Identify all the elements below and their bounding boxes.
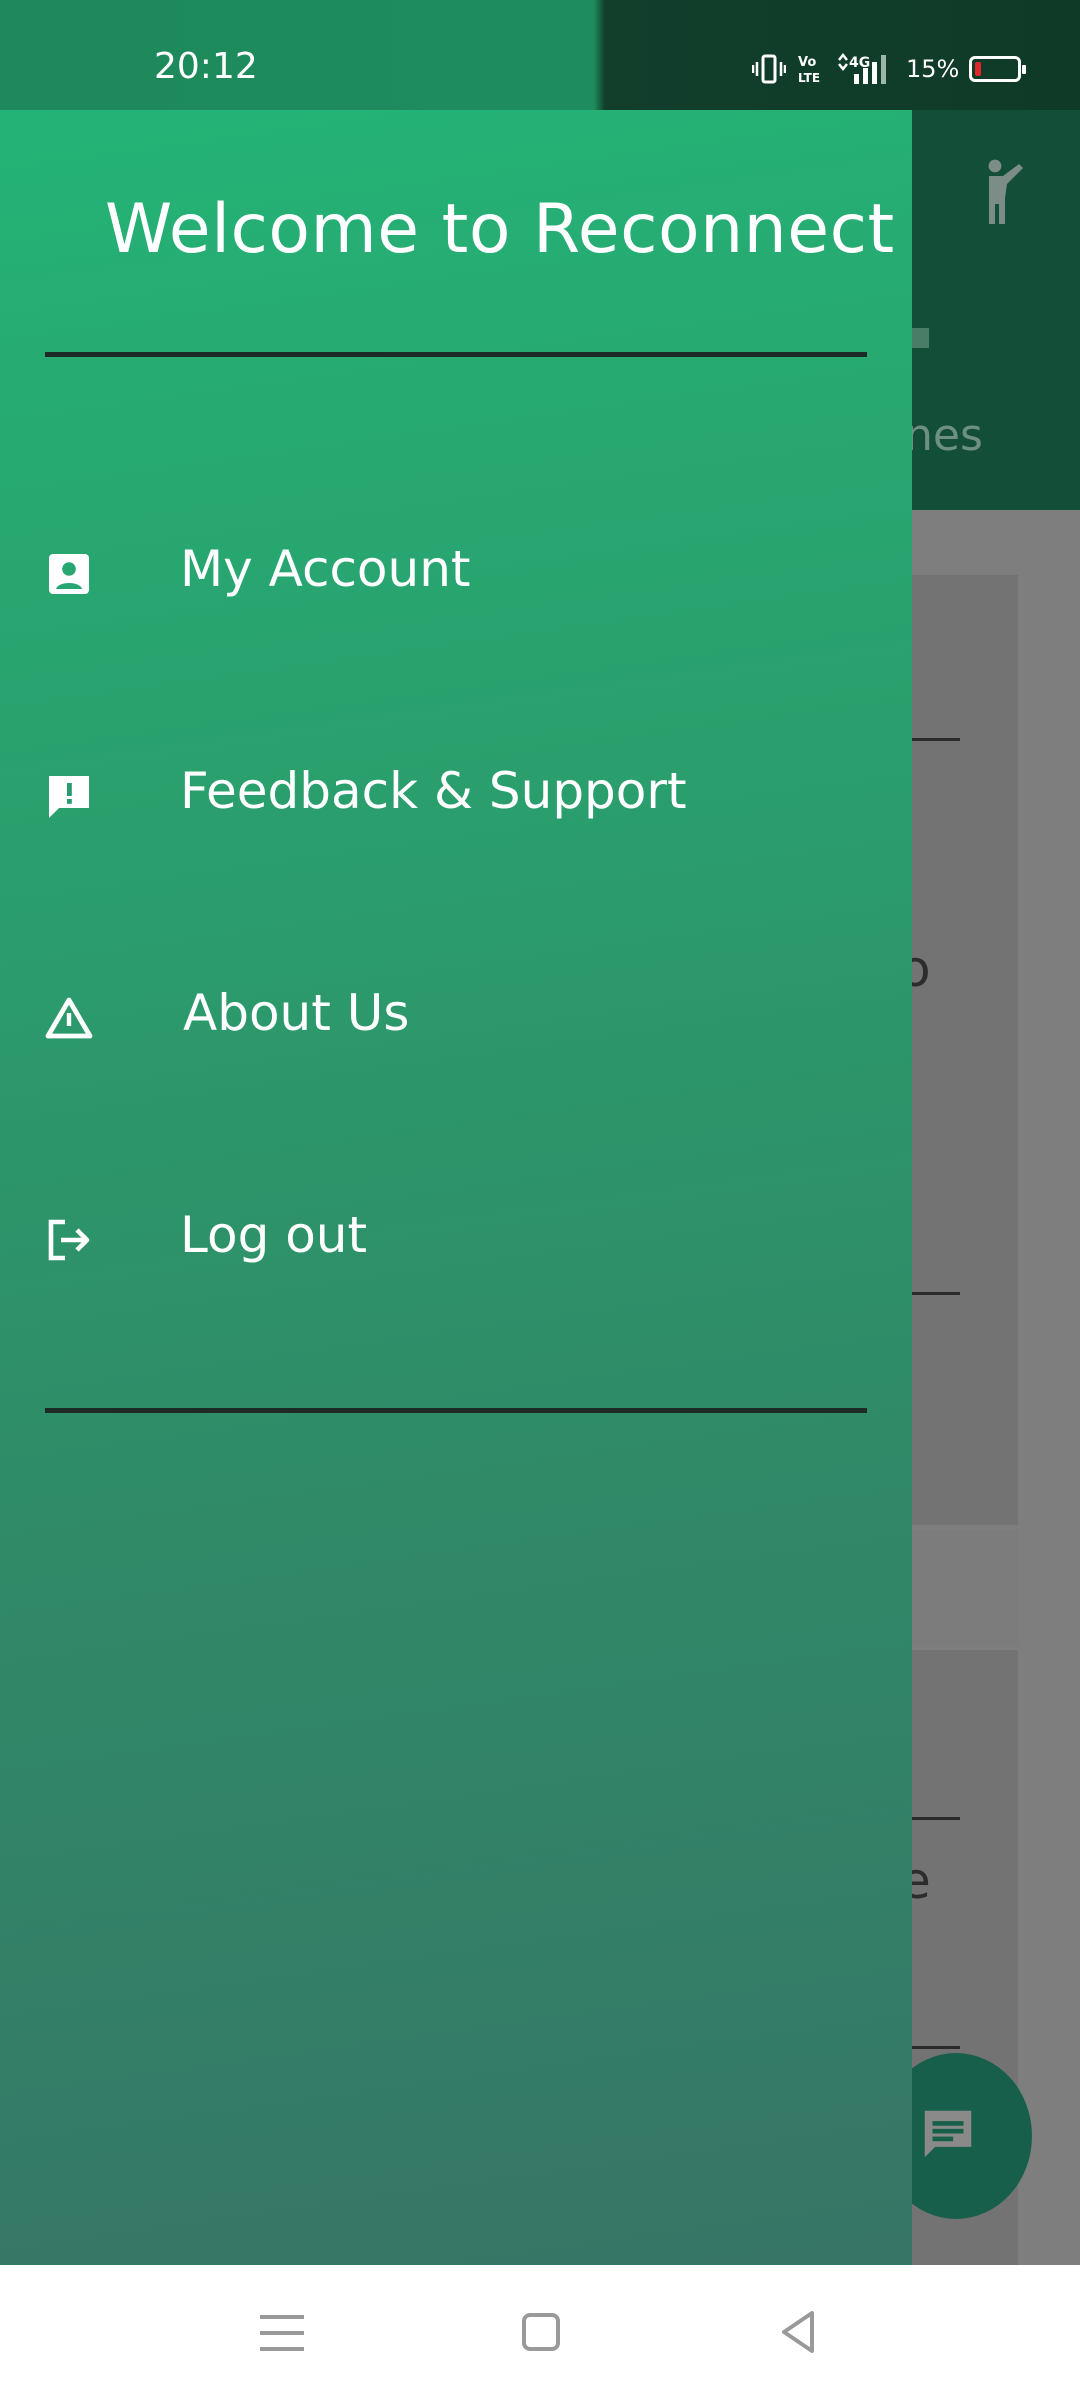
background-divider — [905, 738, 960, 741]
svg-text:LTE: LTE — [798, 71, 820, 85]
account-box-icon — [49, 554, 89, 594]
drawer-title: Welcome to Reconnect — [105, 190, 895, 269]
battery-icon — [969, 56, 1027, 82]
menu-item-label: About Us — [183, 984, 410, 1042]
menu-item-label: Feedback & Support — [180, 762, 687, 820]
menu-item-label: Log out — [180, 1206, 368, 1264]
signal-4g-icon: 4G — [838, 52, 886, 84]
system-nav-bar — [0, 2265, 1080, 2400]
vibrate-icon — [752, 54, 786, 84]
chat-icon — [924, 2110, 972, 2158]
background-tab-label[interactable]: nes — [905, 410, 983, 461]
warning-triangle-icon — [45, 997, 93, 1039]
menu-icon[interactable] — [252, 2303, 312, 2363]
menu-item-feedback-support[interactable]: Feedback & Support — [0, 732, 912, 892]
menu-item-my-account[interactable]: My Account — [0, 510, 912, 670]
background-divider — [905, 1292, 960, 1295]
background-strip — [905, 1530, 1018, 1645]
home-icon[interactable] — [510, 2303, 570, 2363]
menu-item-about-us[interactable]: About Us — [0, 954, 912, 1114]
svg-text:Vo: Vo — [798, 55, 816, 70]
background-divider — [905, 1817, 960, 1820]
battery-percent: 15% — [906, 55, 960, 83]
feedback-icon — [49, 776, 89, 818]
status-bar: 20:12 Vo LTE 4G 15% — [0, 0, 1080, 110]
navigation-drawer: Welcome to Reconnect My Account Feedback… — [0, 110, 912, 2265]
logout-icon — [48, 1219, 90, 1261]
menu-item-label: My Account — [180, 540, 471, 598]
background-card — [905, 575, 1018, 1525]
drawer-divider — [45, 352, 867, 357]
person-waving-icon[interactable] — [975, 155, 1039, 229]
status-time: 20:12 — [154, 46, 258, 87]
status-icons: Vo LTE 4G 15% — [752, 52, 1027, 86]
back-icon[interactable] — [768, 2303, 828, 2363]
menu-item-log-out[interactable]: Log out — [0, 1176, 912, 1336]
volte-icon: Vo LTE — [798, 55, 820, 85]
background-divider — [905, 2046, 960, 2049]
drawer-divider — [45, 1408, 867, 1413]
